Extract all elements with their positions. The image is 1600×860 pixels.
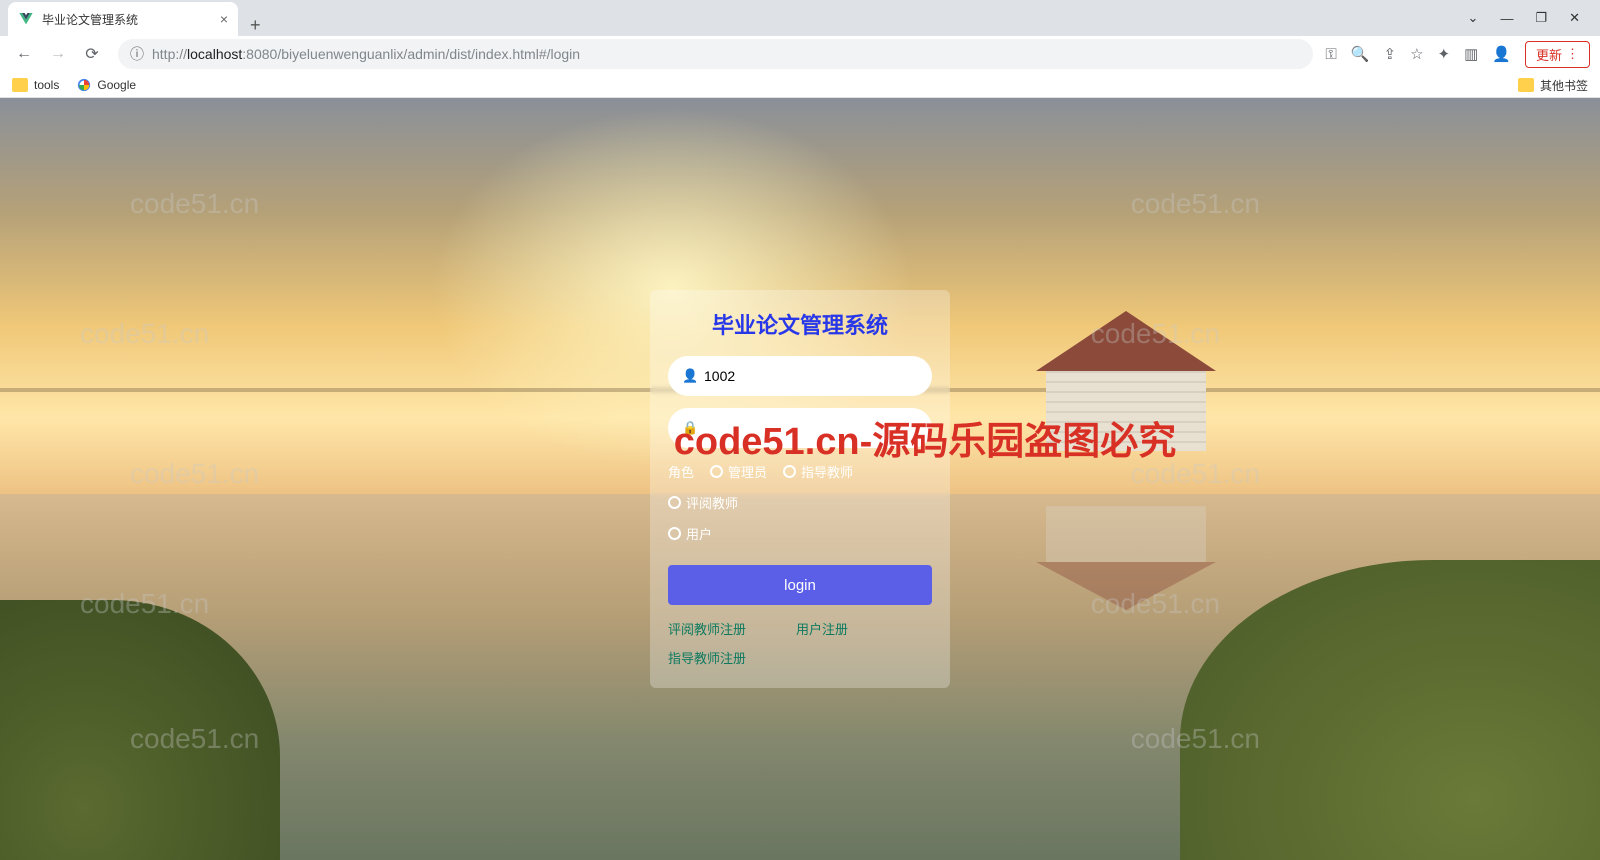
bg-house-reflection	[1036, 514, 1216, 610]
reviewer-register-link[interactable]: 评阅教师注册	[668, 619, 746, 638]
register-links-row-2: 指导教师注册	[668, 648, 932, 668]
extensions-icon[interactable]: ✦	[1438, 45, 1451, 63]
maximize-icon[interactable]: ❐	[1535, 10, 1547, 26]
close-window-icon[interactable]: ✕	[1569, 10, 1580, 26]
back-button[interactable]: ←	[10, 40, 38, 68]
site-info-icon[interactable]: ⓘ	[130, 44, 144, 64]
minimize-icon[interactable]: —	[1500, 11, 1513, 26]
bg-house	[1036, 311, 1216, 451]
lock-icon: 🔒	[682, 420, 698, 436]
role-reviewer-radio[interactable]: 评阅教师	[668, 493, 738, 512]
bookmark-tools[interactable]: tools	[12, 78, 59, 92]
role-label: 角色	[668, 462, 694, 481]
zoom-icon[interactable]: 🔍	[1351, 45, 1370, 63]
user-register-link[interactable]: 用户注册	[796, 619, 848, 638]
login-card: 毕业论文管理系统 👤 🔒 角色 管理员 指导教师 评阅教师 用户 login 评…	[650, 290, 950, 688]
forward-button[interactable]: →	[44, 40, 72, 68]
page-content: code51.cn code51.cn code51.cn code51.cn …	[0, 98, 1600, 860]
role-admin-radio[interactable]: 管理员	[710, 462, 767, 481]
google-icon	[77, 78, 91, 92]
url-input[interactable]: ⓘ http://localhost:8080/biyeluenwenguanl…	[118, 39, 1313, 69]
url-text: http://localhost:8080/biyeluenwenguanlix…	[152, 46, 580, 62]
tab-bar: 毕业论文管理系统 × + ⌄ — ❐ ✕	[0, 0, 1600, 36]
reload-button[interactable]: ⟳	[78, 40, 106, 68]
close-tab-icon[interactable]: ×	[220, 11, 228, 27]
role-user-radio[interactable]: 用户	[668, 524, 932, 543]
profile-icon[interactable]: 👤	[1492, 45, 1511, 63]
update-button[interactable]: 更新⋮	[1525, 41, 1590, 68]
vue-favicon-icon	[18, 11, 34, 27]
username-row: 👤	[668, 356, 932, 396]
bookmark-google[interactable]: Google	[77, 78, 136, 92]
tab-title: 毕业论文管理系统	[42, 11, 138, 28]
advisor-register-link[interactable]: 指导教师注册	[668, 651, 746, 666]
user-icon: 👤	[682, 368, 698, 384]
address-bar: ← → ⟳ ⓘ http://localhost:8080/biyeluenwe…	[0, 36, 1600, 72]
other-bookmarks[interactable]: 其他书签	[1518, 77, 1588, 94]
bookmark-star-icon[interactable]: ☆	[1410, 45, 1423, 63]
share-icon[interactable]: ⇪	[1384, 45, 1397, 63]
folder-icon	[12, 78, 28, 92]
chevron-down-icon[interactable]: ⌄	[1468, 10, 1479, 26]
browser-tab[interactable]: 毕业论文管理系统 ×	[8, 2, 238, 36]
toolbar-right-icons: ⚿ 🔍 ⇪ ☆ ✦ ▥ 👤 更新⋮	[1325, 41, 1590, 68]
window-controls: ⌄ — ❐ ✕	[1468, 0, 1600, 36]
sidepanel-icon[interactable]: ▥	[1464, 45, 1478, 63]
role-row: 角色 管理员 指导教师 评阅教师 用户	[668, 462, 932, 543]
new-tab-button[interactable]: +	[238, 15, 273, 36]
login-button[interactable]: login	[668, 565, 932, 605]
register-links-row-1: 评阅教师注册 用户注册	[668, 619, 932, 638]
browser-chrome: 毕业论文管理系统 × + ⌄ — ❐ ✕ ← → ⟳ ⓘ http://loca…	[0, 0, 1600, 98]
password-input[interactable]	[668, 408, 932, 448]
bookmarks-bar: tools Google 其他书签	[0, 72, 1600, 98]
username-input[interactable]	[668, 356, 932, 396]
role-advisor-radio[interactable]: 指导教师	[783, 462, 853, 481]
password-row: 🔒	[668, 408, 932, 448]
folder-icon	[1518, 78, 1534, 92]
key-icon[interactable]: ⚿	[1325, 46, 1336, 63]
login-title: 毕业论文管理系统	[668, 308, 932, 340]
